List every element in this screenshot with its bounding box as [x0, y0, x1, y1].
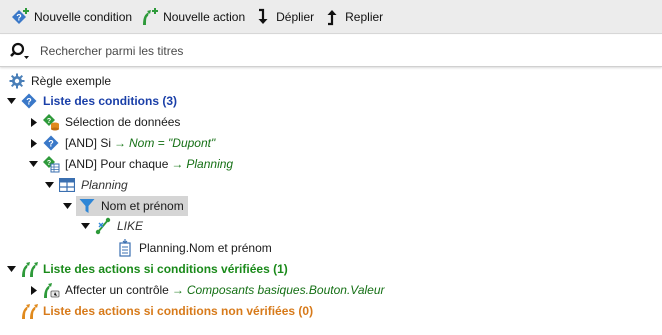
arrow-down-icon — [252, 6, 274, 28]
foreach-label: [AND] Pour chaque — [65, 157, 169, 171]
data-selection-label: Sélection de données — [65, 115, 181, 129]
tree-node-like[interactable]: LIKE — [80, 216, 143, 236]
foreach-target: Planning — [186, 157, 234, 171]
rule-label: Règle exemple — [31, 74, 112, 88]
tree-node-field[interactable]: Planning.Nom et prénom — [116, 238, 272, 258]
chevron-down-icon[interactable] — [28, 154, 38, 174]
chevron-right-icon[interactable] — [28, 112, 38, 132]
expand-button[interactable]: Déplier — [252, 3, 319, 31]
add-action-icon — [139, 6, 161, 28]
svg-text:?: ? — [26, 97, 32, 107]
if-condition-expression: Nom = "Dupont" — [129, 136, 216, 150]
if-condition-label: [AND] Si — [65, 136, 112, 150]
chevron-down-icon[interactable] — [6, 259, 16, 279]
assign-control-label: Affecter un contrôle — [65, 283, 169, 297]
actions-orange-icon — [20, 302, 38, 320]
actions-true-label: Liste des actions si conditions vérifiée… — [43, 262, 288, 276]
new-action-button[interactable]: Nouvelle action — [139, 3, 250, 31]
actions-green-icon — [20, 260, 38, 278]
conditions-list-label: Liste des conditions (3) — [43, 94, 178, 108]
search-icon[interactable] — [6, 37, 34, 65]
data-selection-icon: ? — [42, 113, 60, 131]
arrow-right-glyph: → — [114, 136, 127, 150]
gear-icon — [8, 72, 26, 90]
tree-node-conditions-list[interactable]: ? Liste des conditions (3) — [6, 91, 177, 111]
arrow-right-glyph: → — [171, 157, 184, 171]
comparison-icon — [94, 217, 112, 235]
chevron-down-icon[interactable] — [62, 196, 72, 216]
tree-node-data-selection[interactable]: ? Sélection de données — [28, 112, 180, 132]
assign-control-icon — [42, 281, 60, 299]
selected-node-highlight[interactable]: Nom et prénom — [76, 196, 188, 216]
svg-text:?: ? — [48, 139, 54, 149]
tree-node-rule[interactable]: Règle exemple — [8, 71, 111, 91]
filter-icon — [78, 197, 96, 215]
filter-label: Nom et prénom — [101, 199, 184, 213]
collapse-label: Replier — [345, 9, 384, 24]
chevron-right-icon[interactable] — [28, 280, 38, 300]
new-action-label: Nouvelle action — [163, 9, 246, 24]
tree-node-actions-true[interactable]: Liste des actions si conditions vérifiée… — [6, 259, 288, 279]
field-label: Planning.Nom et prénom — [139, 241, 272, 255]
arrow-right-glyph: → — [171, 283, 184, 297]
foreach-icon: ? — [42, 155, 60, 173]
tree-node-foreach[interactable]: ? [AND] Pour chaque → Planning — [28, 154, 233, 174]
chevron-down-icon[interactable] — [44, 175, 54, 195]
new-condition-button[interactable]: ? Nouvelle condition — [10, 3, 137, 31]
planning-label: Planning — [81, 178, 128, 192]
chevron-down-icon[interactable] — [80, 216, 90, 236]
like-label: LIKE — [117, 219, 144, 233]
toolbar: ? Nouvelle condition Nouvelle action Dép… — [0, 0, 662, 34]
expand-label: Déplier — [276, 9, 315, 24]
tree-node-assign-control[interactable]: Affecter un contrôle → Composants basiqu… — [28, 280, 385, 300]
condition-icon: ? — [42, 134, 60, 152]
table-icon — [58, 176, 76, 194]
svg-text:?: ? — [16, 12, 22, 22]
tree-node-planning[interactable]: Planning — [44, 175, 128, 195]
search-input[interactable] — [40, 43, 640, 58]
tree-node-filter[interactable]: Nom et prénom — [62, 196, 188, 216]
chevron-down-icon[interactable] — [6, 91, 16, 111]
add-condition-icon: ? — [10, 6, 32, 28]
tree-node-if-condition[interactable]: ? [AND] Si → Nom = "Dupont" — [28, 133, 215, 153]
assign-control-target: Composants basiques.Bouton.Valeur — [186, 283, 385, 297]
actions-false-label: Liste des actions si conditions non véri… — [43, 304, 314, 318]
svg-text:?: ? — [47, 160, 51, 167]
new-condition-label: Nouvelle condition — [34, 9, 133, 24]
field-icon — [116, 239, 134, 257]
svg-text:?: ? — [47, 118, 51, 125]
tree-node-actions-false[interactable]: Liste des actions si conditions non véri… — [20, 301, 313, 321]
chevron-right-icon[interactable] — [28, 133, 38, 153]
arrow-up-icon — [321, 6, 343, 28]
condition-icon: ? — [20, 92, 38, 110]
collapse-button[interactable]: Replier — [321, 3, 388, 31]
search-bar — [0, 35, 662, 67]
